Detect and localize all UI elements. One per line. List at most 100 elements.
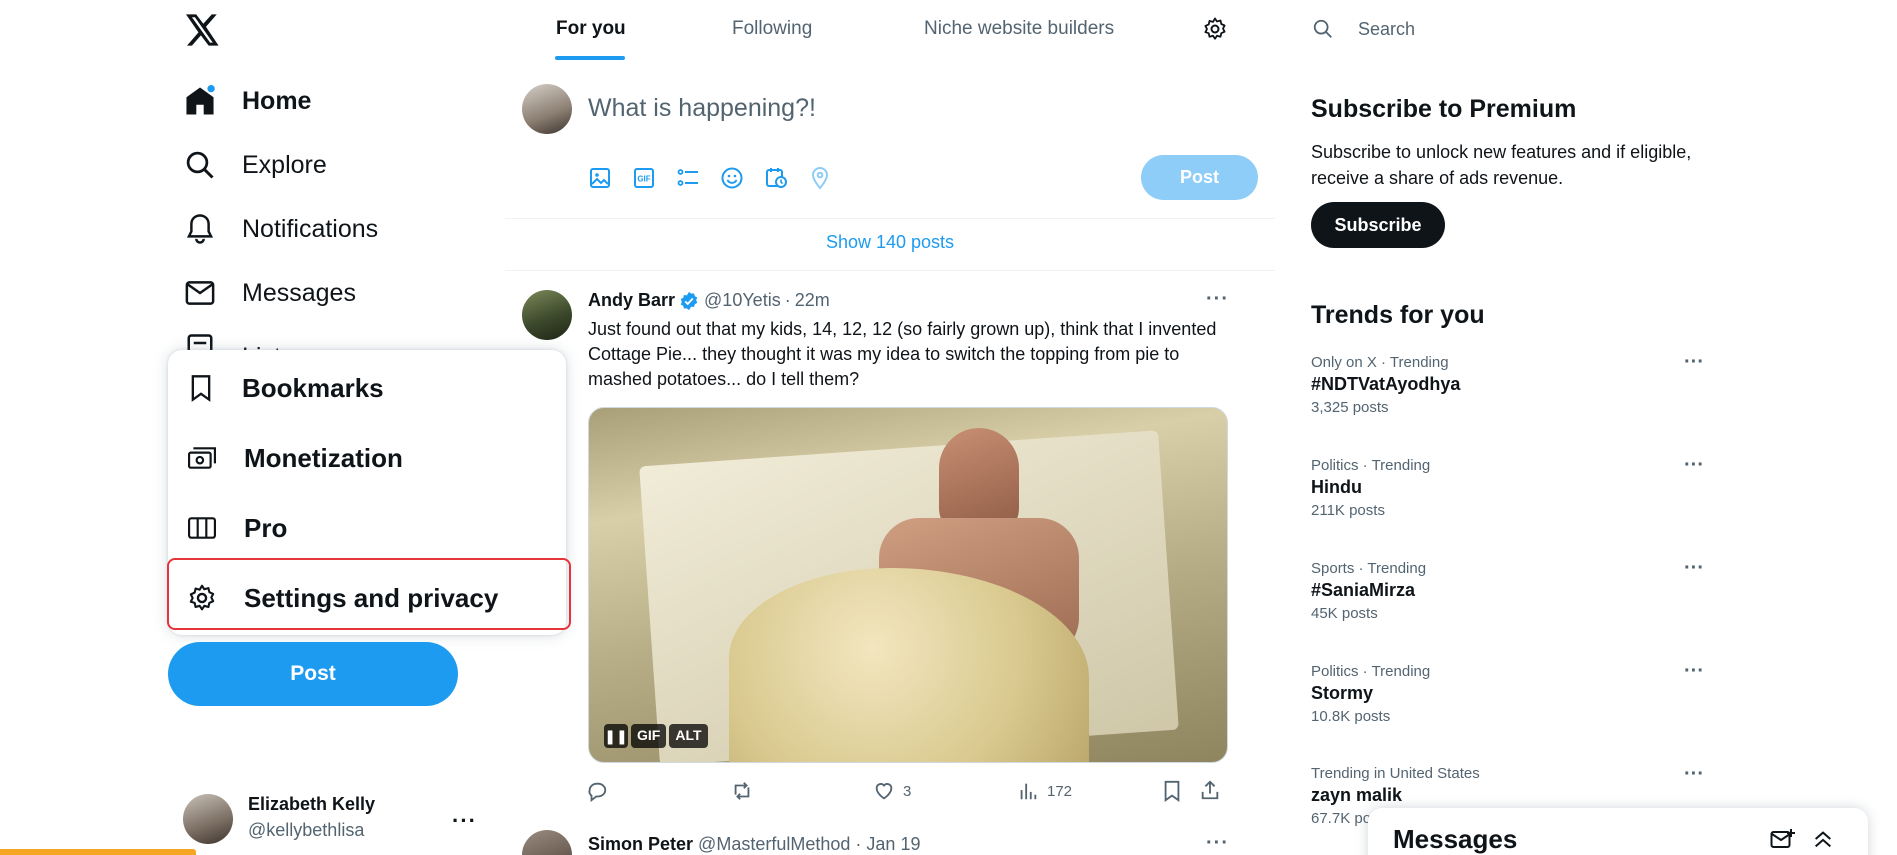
nav-messages[interactable]: Messages [183, 267, 356, 319]
views-count: 172 [1047, 782, 1073, 800]
nav-notifications[interactable]: Notifications [183, 203, 378, 255]
envelope-icon [183, 276, 217, 310]
composer-post-button[interactable]: Post [1141, 155, 1258, 200]
bookmark-button[interactable] [1161, 780, 1183, 802]
x-logo[interactable] [186, 14, 220, 46]
composer-avatar [522, 84, 572, 134]
columns-icon [188, 516, 216, 540]
composer-input[interactable]: What is happening?! [588, 94, 816, 123]
poll-icon[interactable] [676, 166, 700, 190]
bell-icon [183, 212, 217, 246]
trend-item[interactable]: Politics · Trending Stormy 10.8K posts [1311, 663, 1430, 725]
emoji-icon[interactable] [720, 166, 744, 190]
tab-following[interactable]: Following [732, 18, 812, 40]
nav-explore[interactable]: Explore [183, 139, 327, 191]
menu-bookmarks-label: Bookmarks [242, 372, 384, 403]
tweet-header: Andy Barr @10Yetis · 22m [588, 290, 830, 311]
account-name: Elizabeth Kelly [248, 794, 376, 814]
trend-more-icon[interactable]: ··· [1684, 660, 1704, 683]
account-more-icon[interactable]: ··· [452, 808, 477, 834]
reply-icon [586, 780, 608, 802]
like-button[interactable]: 3 [873, 780, 911, 802]
schedule-icon[interactable] [764, 166, 788, 190]
trend-name: #SaniaMirza [1311, 580, 1416, 600]
tab-active-underline [555, 56, 625, 60]
trend-more-icon[interactable]: ··· [1684, 763, 1704, 786]
views-button[interactable]: 172 [1017, 780, 1072, 802]
tweet-avatar[interactable] [522, 290, 572, 340]
trend-item[interactable]: Only on X · Trending #NDTVatAyodhya 3,32… [1311, 354, 1460, 416]
nav-explore-label: Explore [242, 150, 327, 179]
account-avatar[interactable] [183, 794, 233, 844]
repost-button[interactable] [731, 780, 753, 802]
trend-more-icon[interactable]: ··· [1684, 454, 1704, 477]
trend-item[interactable]: Politics · Trending Hindu 211K posts [1311, 457, 1430, 519]
premium-text: Subscribe to unlock new features and if … [1311, 142, 1692, 188]
tab-niche-website-builders[interactable]: Niche website builders [924, 18, 1114, 40]
views-chart-icon [1017, 780, 1039, 802]
tweet-author-name[interactable]: Andy Barr [588, 290, 675, 311]
pause-icon[interactable]: ❚❚ [604, 724, 628, 748]
tweet-text: Just found out that my kids, 14, 12, 12 … [588, 319, 1217, 389]
money-icon [188, 445, 216, 471]
tweet-more-icon[interactable]: ··· [1206, 832, 1229, 855]
tweet-time[interactable]: 22m [795, 290, 830, 311]
menu-pro-label: Pro [244, 512, 288, 543]
trend-more-icon[interactable]: ··· [1684, 351, 1704, 374]
search-box[interactable]: Search [1298, 6, 1718, 52]
reply-button[interactable] [586, 780, 608, 802]
trend-count: 3,325 posts [1311, 399, 1389, 416]
trend-category: Politics · Trending [1311, 457, 1431, 474]
trend-more-icon[interactable]: ··· [1684, 557, 1704, 580]
tweet-avatar[interactable] [522, 830, 572, 855]
home-icon [183, 84, 217, 118]
premium-title: Subscribe to Premium [1311, 95, 1577, 123]
tweet-media-gif[interactable]: ❚❚ GIF ALT [588, 407, 1228, 763]
divider [505, 270, 1275, 271]
sidebar-post-button[interactable]: Post [168, 642, 458, 706]
show-new-posts[interactable]: Show 140 posts [505, 232, 1275, 253]
tweet-author-name[interactable]: Simon Peter [588, 834, 693, 854]
search-input[interactable]: Search [1358, 19, 1415, 40]
trend-name: Stormy [1311, 683, 1374, 703]
nav-home[interactable]: Home [183, 75, 311, 127]
trend-item[interactable]: Sports · Trending #SaniaMirza 45K posts [1311, 560, 1426, 622]
nav-notifications-label: Notifications [242, 214, 379, 243]
subscribe-button[interactable]: Subscribe [1311, 202, 1445, 248]
messages-drawer[interactable]: Messages [1368, 808, 1868, 855]
tweet-author-handle[interactable]: @MasterfulMethod [698, 834, 850, 854]
tweet-time[interactable]: Jan 19 [866, 834, 920, 854]
location-icon[interactable] [808, 166, 832, 190]
account-handle: @kellybethlisa [248, 820, 365, 840]
search-icon [1312, 18, 1334, 40]
nav-messages-label: Messages [242, 278, 356, 307]
menu-monetization-label: Monetization [244, 442, 403, 473]
tab-for-you[interactable]: For you [556, 18, 626, 40]
trend-category: Politics · Trending [1311, 663, 1431, 680]
trend-count: 45K posts [1311, 605, 1378, 622]
bottom-progress-bar [0, 849, 196, 855]
new-message-icon[interactable] [1770, 828, 1796, 852]
media-badges: ❚❚ GIF ALT [604, 724, 708, 748]
settings-highlight-box [167, 558, 571, 630]
trend-count: 10.8K posts [1311, 708, 1391, 725]
gif-icon[interactable]: GIF [632, 166, 656, 190]
nav-home-label: Home [242, 86, 312, 115]
share-button[interactable] [1199, 779, 1221, 801]
tweet-author-handle[interactable]: @10Yetis [704, 290, 781, 311]
timeline-settings-icon[interactable] [1203, 17, 1227, 41]
heart-icon [873, 780, 895, 802]
image-icon[interactable] [588, 166, 612, 190]
chevron-up-icon[interactable] [1812, 828, 1834, 850]
composer-toolbar: GIF [588, 166, 832, 190]
tweet-more-icon[interactable]: ··· [1206, 288, 1229, 311]
menu-bookmarks[interactable]: Bookmarks [168, 353, 566, 423]
menu-monetization[interactable]: Monetization [168, 423, 566, 493]
verified-badge-icon [679, 291, 699, 311]
trend-name: Hindu [1311, 477, 1362, 497]
share-icon [1201, 780, 1219, 800]
svg-text:GIF: GIF [637, 175, 650, 184]
alt-badge[interactable]: ALT [669, 724, 708, 748]
messages-drawer-title: Messages [1393, 824, 1518, 854]
menu-pro[interactable]: Pro [168, 493, 566, 563]
